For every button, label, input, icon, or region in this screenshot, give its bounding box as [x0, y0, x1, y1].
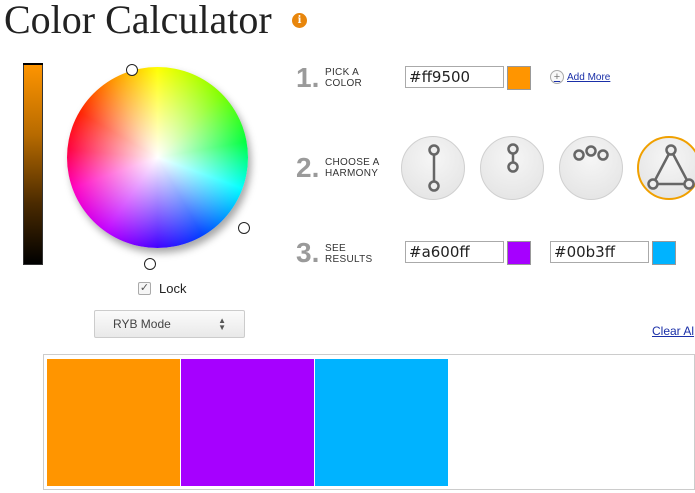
brightness-handle[interactable]: [23, 63, 43, 65]
step-1-label-line2: COLOR: [325, 78, 363, 89]
mode-select[interactable]: RYB Mode ▲ ▼: [94, 310, 245, 338]
result-swatch-1[interactable]: [507, 241, 531, 265]
result-color-input-2[interactable]: [550, 241, 649, 263]
palette-strip: [43, 354, 695, 490]
page-title: Color Calculator: [4, 0, 272, 42]
add-more-label: Add More: [567, 71, 611, 83]
clear-all-link[interactable]: Clear Al: [652, 324, 694, 338]
step-2-label-line2: HARMONY: [325, 168, 379, 179]
palette-swatch-1[interactable]: [47, 359, 180, 486]
plus-icon: +: [550, 70, 564, 84]
wheel-handle-secondary[interactable]: [238, 222, 250, 234]
harmony-analogous-button[interactable]: [559, 136, 623, 200]
analogous-icon: [573, 145, 609, 161]
triadic-icon: [647, 144, 695, 190]
step-2-label-line1: CHOOSE A: [325, 157, 380, 168]
step-3-label-line1: SEE: [325, 243, 346, 254]
lock-label: Lock: [159, 281, 187, 296]
info-icon[interactable]: i: [292, 13, 307, 28]
step-1-number: 1.: [296, 62, 320, 93]
pick-color-swatch[interactable]: [507, 66, 531, 90]
add-more-link[interactable]: + Add More: [550, 70, 610, 84]
step-1-label-line1: PICK A: [325, 67, 360, 78]
palette-swatch-2[interactable]: [181, 359, 314, 486]
color-wheel[interactable]: [67, 67, 248, 248]
step-3-label-line2: RESULTS: [325, 254, 373, 265]
harmony-split-button[interactable]: [480, 136, 544, 200]
result-color-input-1[interactable]: [405, 241, 504, 263]
wheel-handle-tertiary[interactable]: [144, 258, 156, 270]
complementary-icon: [428, 144, 440, 192]
step-2-number: 2.: [296, 152, 320, 183]
select-arrows-icon: ▲ ▼: [218, 316, 226, 332]
harmony-triadic-button[interactable]: [637, 136, 695, 200]
palette-swatch-3[interactable]: [315, 359, 448, 486]
pick-color-input[interactable]: [405, 66, 504, 88]
lock-checkbox[interactable]: ✓: [138, 282, 151, 295]
split-icon: [507, 143, 519, 173]
harmony-complementary-button[interactable]: [401, 136, 465, 200]
wheel-handle-primary[interactable]: [126, 64, 138, 76]
step-3-number: 3.: [296, 237, 320, 268]
lock-row: ✓ Lock: [138, 281, 186, 296]
brightness-slider[interactable]: [23, 63, 43, 265]
mode-select-value: RYB Mode: [113, 317, 171, 331]
result-swatch-2[interactable]: [652, 241, 676, 265]
